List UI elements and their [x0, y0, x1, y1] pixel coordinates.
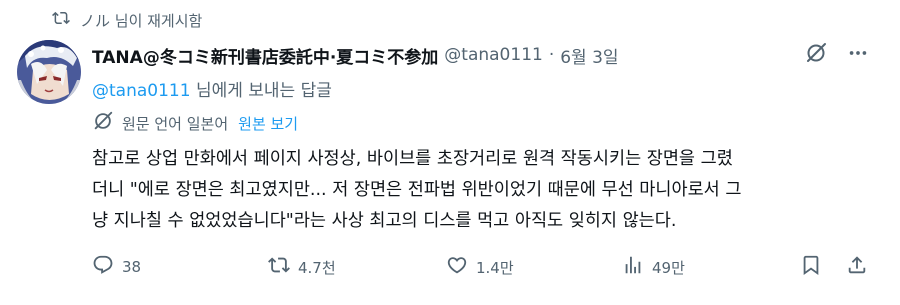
- views-icon: [622, 254, 652, 280]
- views-count: 49만: [652, 258, 685, 277]
- grok-icon: [804, 41, 828, 69]
- avatar[interactable]: [17, 40, 81, 104]
- translate-icon: [92, 110, 122, 136]
- tweet-text-line: 참고로 상업 만화에서 페이지 사정상, 바이브를 초장거리로 원격 작동시키는…: [92, 149, 733, 169]
- grok-button[interactable]: [802, 41, 830, 69]
- retweet-button[interactable]: 4.7천: [268, 252, 336, 282]
- retweet-count: 4.7천: [298, 258, 336, 277]
- reply-icon: [92, 254, 122, 280]
- separator-dot: ·: [548, 45, 555, 65]
- like-count: 1.4만: [476, 258, 514, 277]
- views-button[interactable]: 49만: [622, 252, 685, 282]
- translation-language-label: 원문 언어 일본어: [122, 114, 229, 133]
- tweet-date[interactable]: 6월 3일: [560, 43, 618, 68]
- bookmark-button[interactable]: [800, 252, 830, 282]
- tweet-text-line: 냥 지나칠 수 없었었습니다"라는 사상 최고의 디스를 먹고 아직도 잊히지 …: [92, 211, 677, 231]
- user-handle[interactable]: @tana0111: [444, 45, 543, 65]
- retweet-text: ノル 님이 재게시함: [80, 11, 203, 30]
- reply-mention-link[interactable]: @tana0111: [92, 81, 191, 101]
- tweet-header: TANA@冬コミ新刊書店委託中·夏コミ不参加 @tana0111 · 6월 3일: [92, 40, 619, 70]
- share-icon: [846, 254, 876, 280]
- like-button[interactable]: 1.4만: [446, 252, 514, 282]
- more-options-button[interactable]: [844, 41, 872, 69]
- translation-row: 원문 언어 일본어 원본 보기: [92, 111, 298, 135]
- bookmark-icon: [800, 254, 830, 280]
- action-bar: 38 4.7천 1.4만 49만: [92, 252, 882, 282]
- heart-icon: [446, 254, 476, 280]
- retweet-indicator[interactable]: ノル 님이 재게시함: [52, 8, 202, 32]
- tweet-text: 참고로 상업 만화에서 페이지 사정상, 바이브를 초장거리로 원격 작동시키는…: [92, 144, 872, 237]
- reply-context: @tana0111 님에게 보내는 답글: [92, 76, 332, 101]
- tweet-text-line: 더니 "에로 장면은 최고였지만... 저 장면은 전파법 위반이었기 때문에 …: [92, 180, 742, 200]
- more-icon: [847, 42, 869, 68]
- reply-count: 38: [122, 258, 142, 276]
- share-button[interactable]: [846, 252, 876, 282]
- show-original-link[interactable]: 원본 보기: [238, 113, 298, 134]
- retweet-icon: [268, 254, 298, 280]
- retweet-icon: [52, 9, 70, 31]
- display-name[interactable]: TANA@冬コミ新刊書店委託中·夏コミ不参加: [92, 43, 438, 68]
- reply-button[interactable]: 38: [92, 252, 141, 282]
- reply-suffix: 님에게 보내는 답글: [190, 81, 332, 101]
